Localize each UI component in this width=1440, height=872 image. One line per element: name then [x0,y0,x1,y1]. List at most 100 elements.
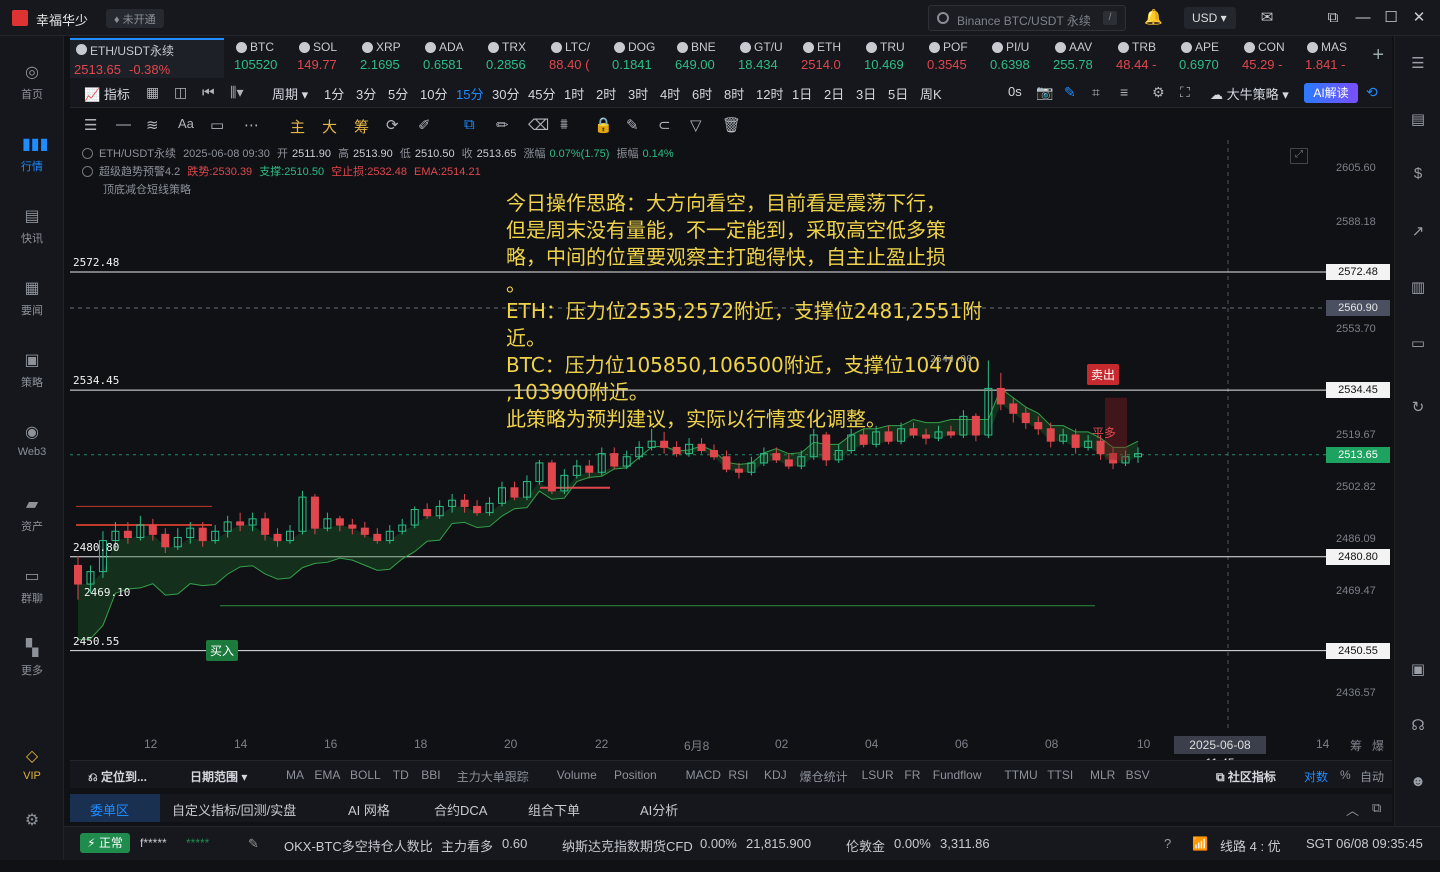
eraser-icon[interactable]: ⌫ [528,116,549,134]
chart-board-icon[interactable]: ▥ [1408,278,1428,298]
magnet-icon[interactable]: ⊂ [658,116,671,134]
ticker-tab[interactable]: BTC 105520 [230,38,293,78]
copy-icon[interactable]: ⧉ [464,116,475,133]
price-chart[interactable]: ETH/USDT永续 2025-06-08 09:30 开 2511.90 高 25… [70,140,1392,770]
ticker-tab[interactable]: TRB 48.44 - [1112,38,1175,78]
line-status[interactable]: 线路 4 : 优 [1220,836,1281,855]
indicator-item[interactable]: LSUR [862,768,894,782]
card-icon[interactable]: ▭ [1408,334,1428,354]
indicator-item[interactable]: Position [614,768,657,782]
indicator-item[interactable]: 主力大单跟踪 [457,768,529,785]
popout-icon[interactable]: ⧉ [1372,800,1381,816]
indicator-item[interactable]: EMA [314,768,340,782]
interval-option[interactable]: 30分 [492,84,519,103]
indicator-button[interactable]: 📈 指标 [84,84,130,103]
panel-layout-icon[interactable]: ▣ [1408,660,1428,680]
ticker-tab[interactable]: ETH/USDT永续 2513.65 -0.38% [70,38,224,78]
ticker-item-ratio[interactable]: OKX-BTC多空持仓人数比 [284,836,433,855]
trash-icon[interactable]: 🗑 [722,116,741,134]
brush-icon[interactable]: ✐ [418,116,431,134]
interval-option[interactable]: 周K [920,84,942,103]
main-toggle[interactable]: 主 [290,116,305,137]
sidebar-item-more[interactable]: ▚ 更多 [0,640,64,700]
indicator-item[interactable]: RSI [728,768,748,782]
pattern-icon[interactable]: ⩩ [560,116,568,133]
date-range-select[interactable]: 日期范围 ▾ [190,768,247,785]
auto-toggle[interactable]: 自动 [1360,768,1384,785]
eye-icon[interactable] [82,166,93,177]
interval-option[interactable]: 10分 [420,84,447,103]
headset-icon[interactable]: ☊ [1408,716,1428,736]
menu-icon[interactable]: ≡ [1120,84,1128,100]
ticker-item-gold[interactable]: 伦敦金 [846,836,885,855]
fullscreen-icon[interactable]: ⛶ [1180,84,1190,101]
ticker-tab[interactable]: APE 0.6970 [1175,38,1238,78]
locate-button[interactable]: ⎌ 定位到... [88,768,147,785]
maximize-icon[interactable]: ☐ [1382,9,1400,27]
sidebar-item-market[interactable]: ▮▮▮ 行情 [0,136,64,196]
interval-option[interactable]: 1时 [564,84,584,103]
ruler-icon[interactable]: ▭ [210,116,224,134]
cycle-icon[interactable]: ⟳ [386,116,399,134]
tab-ai-analysis[interactable]: AI分析 [640,800,678,819]
indicator-item[interactable]: KDJ [764,768,787,782]
refresh-icon[interactable]: ↻ [1408,398,1428,418]
text-tool-icon[interactable]: Aa [178,116,194,131]
close-icon[interactable]: ✕ [1410,9,1428,27]
indicator-item[interactable]: BSV [1126,768,1150,782]
sidebar-item-flash[interactable]: ▤ 快讯 [0,208,64,268]
lock-icon[interactable]: 🔒 [594,116,613,134]
symbol-search-input[interactable]: Binance BTC/USDT 永续 / [928,5,1126,31]
ticker-tab[interactable]: ETH 2514.0 [797,38,860,78]
ticker-tab[interactable]: DOG 0.1841 [608,38,671,78]
ticker-tab[interactable]: SOL 149.77 [293,38,356,78]
more-tools-icon[interactable]: ⋯ [244,116,259,134]
rewind-icon[interactable]: ⏮ [202,84,215,101]
pencil-icon[interactable]: ✎ [1064,84,1076,101]
indicator-item[interactable]: TTMU [1004,768,1037,782]
ticker-tab[interactable]: CON 45.29 - [1238,38,1301,78]
pen-icon[interactable]: ✏ [496,116,509,134]
period-select[interactable]: 周期 ▾ [272,84,308,103]
sell-signal-badge[interactable]: 卖出 [1087,363,1120,385]
indicator-item[interactable]: 爆仓统计 [800,768,848,785]
indicator-item[interactable]: MACD [686,768,721,782]
indicator-item[interactable]: BOLL [350,768,381,782]
indicator-item[interactable]: Volume [557,768,597,782]
ticker-tab[interactable]: GT/U 18.434 [734,38,797,78]
interval-option[interactable]: 8时 [724,84,744,103]
percent-toggle[interactable]: % [1340,768,1351,782]
filter-icon[interactable]: ▽ [690,116,702,134]
sidebar-item-strategy[interactable]: ▣ 策略 [0,352,64,412]
share-icon[interactable]: ⟲ [1366,84,1378,101]
ticker-tab[interactable]: AAV 255.78 [1049,38,1112,78]
interval-option[interactable]: 5日 [888,84,908,103]
ticker-tab[interactable]: TRU 10.469 [860,38,923,78]
ticker-tab[interactable]: LTC/88.40 ( [545,38,608,78]
sidebar-item-chat[interactable]: ▭ 群聊 [0,568,64,628]
interval-option[interactable]: 3分 [356,84,376,103]
lines-icon[interactable]: ☰ [84,116,97,134]
mail-icon[interactable]: ✉ [1258,9,1276,27]
buy-signal-badge[interactable]: 买入 [206,639,239,661]
ticker-tab[interactable]: ADA 0.6581 [419,38,482,78]
log-toggle[interactable]: 对数 [1304,768,1328,785]
interval-option[interactable]: 2时 [596,84,616,103]
close-long-badge[interactable]: 平多 [1088,422,1120,443]
strategy-annotation[interactable]: 今日操作思路：大方向看空，目前看是震荡下行， 但是周末没有量能，不一定能到，采取… [506,190,986,433]
axis-toggle-liq[interactable]: 爆 [1372,737,1384,754]
crop-icon[interactable]: ⌗ [1092,84,1100,101]
document-icon[interactable]: ▤ [1408,110,1428,130]
tab-combo-order[interactable]: 组合下单 [528,800,580,819]
ticker-tab[interactable]: BNE 649.00 [671,38,734,78]
sidebar-item-web3[interactable]: ◉ Web3 [0,424,64,484]
interval-option[interactable]: 6时 [692,84,712,103]
settings-icon[interactable]: ⚙ [1152,84,1165,101]
dollar-icon[interactable]: $ [1408,164,1428,184]
account-status-badge[interactable]: ♦ 未开通 [106,9,164,28]
edit-icon[interactable]: ✎ [248,836,259,852]
ticker-tab[interactable]: MAS 1.841 - [1301,38,1364,78]
hline-icon[interactable]: — [116,116,131,133]
indicator-item[interactable]: MA [286,768,304,782]
add-ticker-button[interactable]: + [1372,44,1384,67]
